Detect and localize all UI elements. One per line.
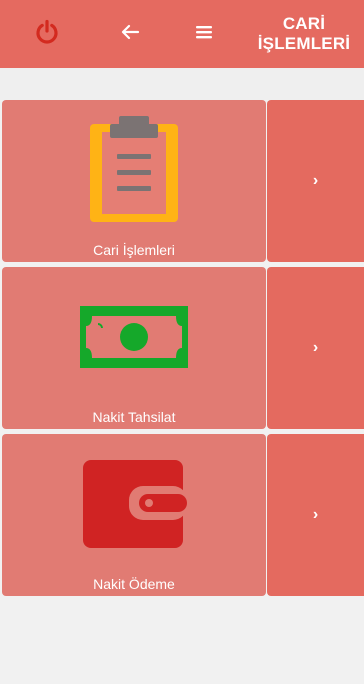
open-cari-islemleri-button[interactable]: › [267,100,364,262]
wallet-icon [2,448,266,560]
menu-row-nakit-tahsilat: Nakit Tahsilat › [0,267,364,429]
app-root: CARİ İŞLEMLERİ Cari İşlemleri › Nakit Ta… [0,0,364,684]
hamburger-icon [192,20,216,49]
header-spacer [0,68,364,100]
menu-row-cari-islemleri: Cari İşlemleri › [0,100,364,262]
back-button[interactable] [108,12,152,56]
tile-label: Cari İşlemleri [93,242,175,258]
cash-icon [2,281,266,393]
tile-cari-islemleri[interactable]: Cari İşlemleri [2,100,266,262]
tile-nakit-odeme[interactable]: Nakit Ödeme [2,434,266,596]
top-bar: CARİ İŞLEMLERİ [0,0,364,68]
menu-button[interactable] [182,12,226,56]
open-nakit-tahsilat-button[interactable]: › [267,267,364,429]
tile-label: Nakit Ödeme [93,576,175,592]
clipboard-icon [2,114,266,226]
menu-row-nakit-odeme: Nakit Ödeme › [0,434,364,596]
page-title: CARİ İŞLEMLERİ [257,14,351,53]
chevron-right-icon: › [312,339,319,356]
open-nakit-odeme-button[interactable]: › [267,434,364,596]
arrow-left-icon [118,20,142,49]
power-button[interactable] [25,12,69,56]
power-icon [33,18,61,51]
chevron-right-icon: › [312,506,319,523]
tile-nakit-tahsilat[interactable]: Nakit Tahsilat [2,267,266,429]
chevron-right-icon: › [312,172,319,189]
tile-label: Nakit Tahsilat [92,409,176,425]
